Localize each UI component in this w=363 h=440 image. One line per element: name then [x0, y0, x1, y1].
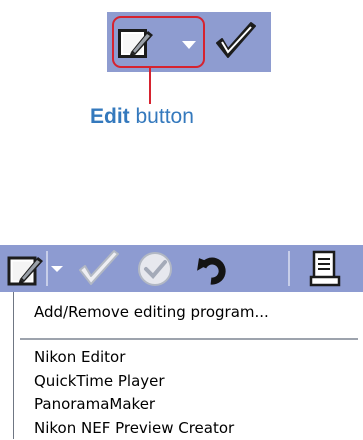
menu-item-panoramamaker[interactable]: PanoramaMaker [34, 392, 155, 416]
callout-label-rest: button [129, 105, 194, 128]
document-button[interactable] [300, 245, 352, 292]
edit-button[interactable] [6, 245, 46, 292]
ok-button[interactable] [130, 245, 180, 292]
checkmark-button[interactable] [74, 245, 124, 292]
toolbar-separator [288, 251, 290, 286]
menu-item-nikon-nef-preview-creator[interactable]: Nikon NEF Preview Creator [34, 416, 234, 440]
menu-item-quicktime-player[interactable]: QuickTime Player [34, 369, 165, 393]
edit-dropdown-button[interactable] [49, 245, 65, 292]
menu-item-nikon-editor[interactable]: Nikon Editor [34, 345, 125, 369]
checkmark-icon [216, 22, 256, 58]
menu-item-add-remove[interactable]: Add/Remove editing program... [34, 300, 269, 324]
menu-separator [20, 338, 358, 340]
undo-button[interactable] [186, 245, 236, 292]
edit-pencil-icon [7, 256, 43, 285]
edit-highlight-frame [112, 16, 205, 68]
document-icon [309, 250, 341, 286]
toolbar-separator [46, 251, 48, 286]
undo-arrow-icon [197, 257, 226, 285]
checkmark-button[interactable] [213, 21, 259, 63]
callout-label-bold: Edit [90, 105, 130, 128]
chevron-down-icon [51, 265, 63, 272]
callout-leader-line [149, 67, 151, 104]
checkmark-icon [79, 249, 119, 285]
callout-label: Edit button [90, 102, 250, 132]
editing-program-menu: Add/Remove editing program... Nikon Edit… [13, 292, 363, 439]
toolbar [0, 245, 363, 292]
ok-circle-icon [138, 251, 172, 286]
